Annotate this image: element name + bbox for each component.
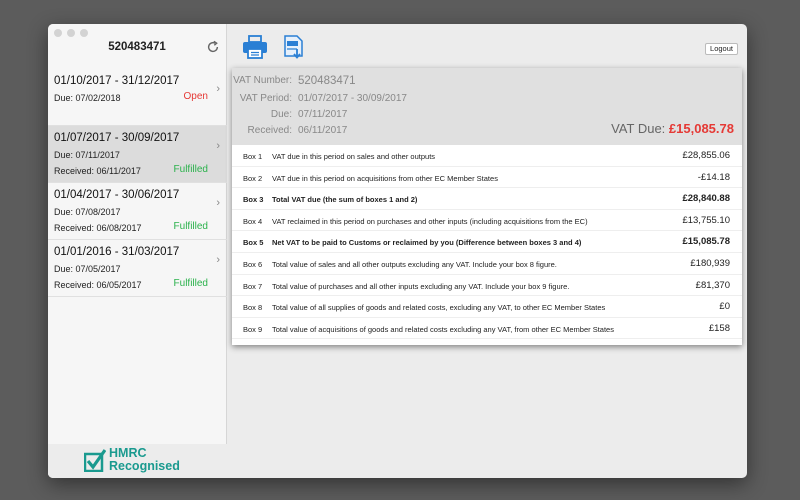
box-id: Box 5: [243, 238, 264, 248]
vat-due: VAT Due: £15,085.78: [611, 121, 734, 136]
box-description: Total value of purchases and all other i…: [272, 281, 570, 291]
box-description: VAT due in this period on sales and othe…: [272, 152, 436, 161]
box-description: VAT due in this period on acquisitions f…: [272, 173, 498, 183]
vat-due-amount: £15,085.78: [668, 121, 734, 136]
table-row: Box 1 VAT due in this period on sales an…: [232, 145, 742, 167]
box-id: Box 6: [243, 259, 263, 269]
table-row: Box 4 VAT reclaimed in this period on pu…: [232, 210, 742, 232]
due-label: Due:: [270, 109, 292, 120]
sidebar: 520483471 01/10/2017 - 31/12/2017 Due: 0…: [48, 24, 227, 478]
hmrc-logo-line-2: Recognised: [109, 459, 180, 473]
box-id: Box 1: [243, 152, 263, 161]
hmrc-logo-text: HMRC Recognised: [109, 447, 180, 473]
table-row: Box 3 Total VAT due (the sum of boxes 1 …: [232, 188, 742, 210]
box-value: £81,370: [695, 279, 730, 291]
vat-number-label: VAT Number:: [233, 75, 292, 86]
period-range: 01/01/2016 - 31/03/2017: [54, 246, 180, 258]
period-range: 01/07/2017 - 30/09/2017: [54, 132, 180, 144]
printer-icon[interactable]: [242, 35, 268, 59]
box-value: £13,755.10: [682, 214, 730, 226]
vat-boxes-table: Box 1 VAT due in this period on sales an…: [232, 145, 742, 340]
hmrc-recognised-logo: HMRC Recognised: [48, 444, 227, 478]
export-document-icon[interactable]: [283, 35, 305, 59]
period-item[interactable]: 01/04/2017 - 30/06/2017 Due: 07/08/2017 …: [48, 183, 227, 240]
period-list: 01/10/2017 - 31/12/2017 Due: 07/02/2018 …: [48, 69, 227, 297]
box-description: Total value of acquisitions of goods and…: [272, 324, 614, 334]
logout-button[interactable]: Logout: [705, 43, 738, 55]
period-received: Received: 06/08/2017: [54, 223, 142, 233]
status-badge: Fulfilled: [173, 278, 208, 289]
chevron-right-icon: ›: [216, 254, 220, 266]
table-row: Box 9 Total value of acquisitions of goo…: [232, 318, 742, 340]
vat-period-value: 01/07/2017 - 30/09/2017: [298, 93, 407, 104]
window-controls: [54, 29, 88, 37]
box-id: Box 9: [243, 324, 263, 334]
period-due: Due: 07/08/2017: [54, 207, 121, 217]
box-id: Box 8: [243, 303, 263, 313]
vat-return-header: VAT Number: 520483471 VAT Period: 01/07/…: [232, 68, 742, 145]
period-received: Received: 06/05/2017: [54, 280, 142, 290]
box-value: £158: [708, 322, 730, 334]
box-value: £28,840.88: [682, 193, 730, 205]
table-row: Box 5 Net VAT to be paid to Customs or r…: [232, 231, 742, 253]
received-value: 06/11/2017: [298, 125, 348, 136]
status-badge: Fulfilled: [173, 221, 208, 232]
status-badge: Fulfilled: [173, 164, 208, 175]
status-badge: Open: [183, 91, 208, 102]
minimize-window-button[interactable]: [67, 29, 75, 37]
vat-return-panel: VAT Number: 520483471 VAT Period: 01/07/…: [232, 68, 742, 345]
vat-number-value: 520483471: [298, 75, 356, 87]
toolbar: Logout: [228, 24, 747, 64]
box-description: VAT reclaimed in this period on purchase…: [272, 216, 588, 226]
close-window-button[interactable]: [54, 29, 62, 37]
table-row: Box 2 VAT due in this period on acquisit…: [232, 167, 742, 189]
period-item[interactable]: 01/01/2016 - 31/03/2017 Due: 07/05/2017 …: [48, 240, 227, 297]
chevron-right-icon: ›: [216, 83, 220, 95]
period-range: 01/10/2017 - 31/12/2017: [54, 75, 180, 87]
period-received: Received: 06/11/2017: [54, 166, 141, 176]
box-id: Box 2: [243, 173, 263, 183]
table-row: Box 7 Total value of purchases and all o…: [232, 275, 742, 297]
period-item[interactable]: 01/07/2017 - 30/09/2017 Due: 07/11/2017 …: [48, 126, 227, 183]
box-description: Total value of all supplies of goods and…: [272, 303, 606, 313]
box-value: £28,855.06: [682, 150, 730, 161]
chevron-right-icon: ›: [216, 140, 220, 152]
period-due: Due: 07/05/2017: [54, 264, 121, 274]
vat-due-label: VAT Due:: [611, 121, 666, 136]
sidebar-title: 520483471: [108, 41, 166, 53]
received-label: Received:: [247, 125, 292, 136]
table-row: Box 6 Total value of sales and all other…: [232, 253, 742, 275]
period-due: Due: 07/11/2017: [54, 150, 120, 160]
period-due: Due: 07/02/2018: [54, 93, 121, 103]
box-description: Total VAT due (the sum of boxes 1 and 2): [272, 195, 418, 205]
box-value: £15,085.78: [682, 236, 730, 248]
vat-period-label: VAT Period:: [239, 93, 292, 104]
box-description: Net VAT to be paid to Customs or reclaim…: [272, 238, 582, 248]
box-id: Box 3: [243, 195, 264, 205]
box-value: £180,939: [690, 257, 730, 269]
box-value: £0: [719, 301, 730, 313]
refresh-icon[interactable]: [206, 40, 220, 54]
box-description: Total value of sales and all other outpu…: [272, 259, 557, 269]
box-id: Box 4: [243, 216, 263, 226]
period-item[interactable]: 01/10/2017 - 31/12/2017 Due: 07/02/2018 …: [48, 69, 227, 126]
table-row: Box 8 Total value of all supplies of goo…: [232, 296, 742, 318]
period-range: 01/04/2017 - 30/06/2017: [54, 189, 180, 201]
box-id: Box 7: [243, 281, 263, 291]
checkbox-checked-icon: [84, 449, 106, 472]
box-value: -£14.18: [697, 171, 730, 183]
app-window: 520483471 01/10/2017 - 31/12/2017 Due: 0…: [48, 24, 747, 478]
zoom-window-button[interactable]: [80, 29, 88, 37]
chevron-right-icon: ›: [216, 197, 220, 209]
due-value: 07/11/2017: [298, 109, 348, 120]
